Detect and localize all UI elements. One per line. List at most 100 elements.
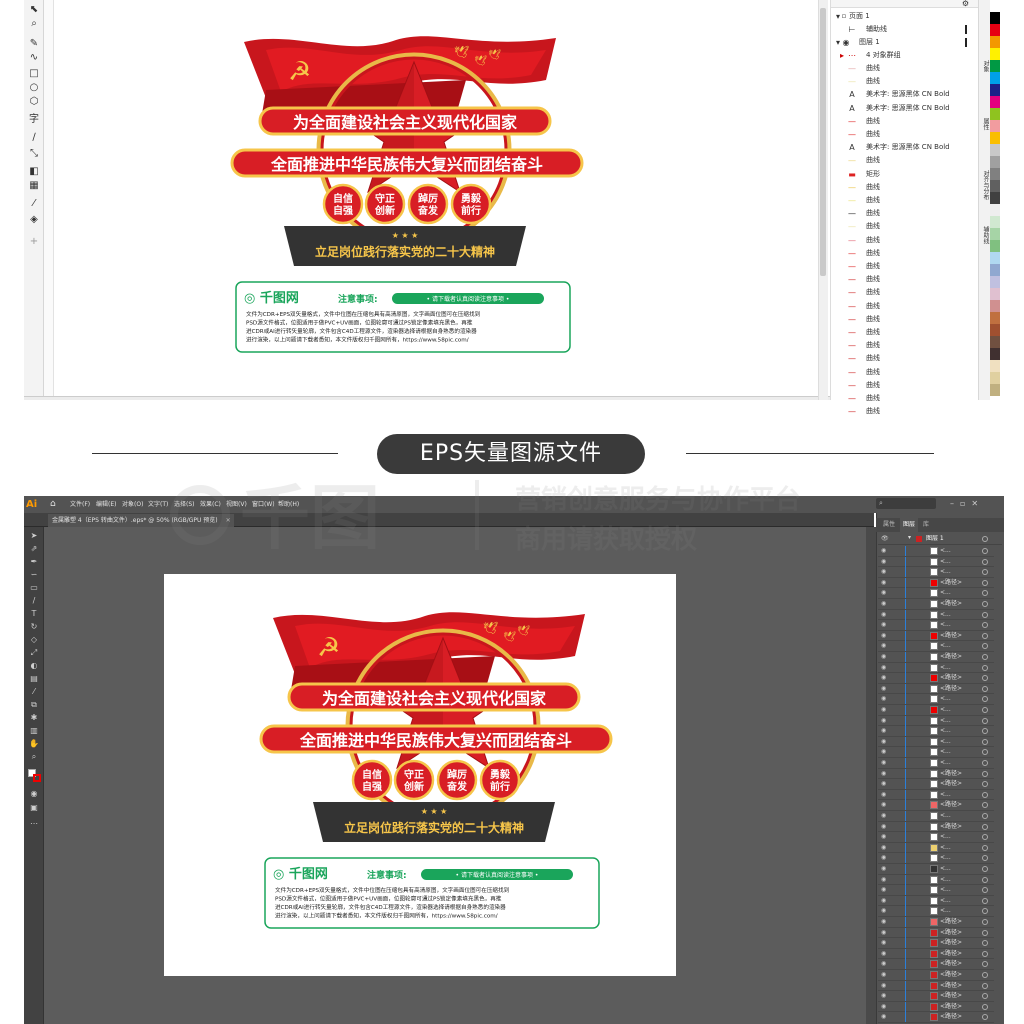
layer-item-row[interactable]: ◉ <... bbox=[878, 789, 994, 801]
visibility-eye-icon[interactable]: ◉ bbox=[881, 568, 886, 575]
object-row[interactable]: — 曲线 bbox=[831, 194, 979, 207]
visibility-eye-icon[interactable]: ◉ bbox=[881, 960, 886, 967]
visibility-eye-icon[interactable]: ◉ bbox=[881, 812, 886, 819]
color-swatch[interactable] bbox=[990, 24, 1000, 36]
target-circle-icon[interactable] bbox=[982, 982, 988, 989]
rectangle-tool-icon[interactable]: □ bbox=[27, 68, 41, 80]
target-circle-icon[interactable] bbox=[982, 770, 988, 777]
visibility-eye-icon[interactable]: ◉ bbox=[881, 759, 886, 766]
layer-item-row[interactable]: ◉ <... bbox=[878, 853, 994, 864]
target-circle-icon[interactable] bbox=[982, 579, 988, 586]
visibility-eye-icon[interactable]: ◉ bbox=[881, 1013, 886, 1020]
object-row[interactable]: A 美术字: 思源黑体 CN Bold bbox=[831, 88, 979, 101]
layer-item-row[interactable]: ◉ <... bbox=[878, 715, 994, 727]
visibility-eye-icon[interactable]: ◉ bbox=[881, 685, 886, 692]
rotate-tool-icon[interactable]: ↻ bbox=[28, 622, 40, 632]
visibility-eye-icon[interactable]: ◉ bbox=[881, 600, 886, 607]
target-circle-icon[interactable] bbox=[982, 929, 988, 936]
layer-item-row[interactable]: ◉ <... bbox=[878, 874, 994, 886]
layer-item-row[interactable]: ◉ <路径> bbox=[878, 991, 994, 1002]
color-swatch[interactable] bbox=[990, 192, 1000, 204]
object-row[interactable]: — 曲线 bbox=[831, 234, 979, 247]
visibility-eye-icon[interactable]: ◉ bbox=[881, 823, 886, 830]
object-row[interactable]: — 曲线 bbox=[831, 326, 979, 339]
layer-item-row[interactable]: ◉ <... bbox=[878, 694, 994, 705]
visibility-eye-icon[interactable]: ◉ bbox=[881, 780, 886, 787]
layer-item-row[interactable]: ◉ <路径> bbox=[878, 938, 994, 949]
color-swatch[interactable] bbox=[990, 264, 1000, 276]
visibility-eye-icon[interactable]: ◉ bbox=[881, 558, 886, 565]
visibility-eye-icon[interactable]: ◉ bbox=[881, 992, 886, 999]
color-swatch[interactable] bbox=[990, 204, 1000, 216]
object-row[interactable]: — 曲线 bbox=[831, 181, 979, 194]
artistic-media-icon[interactable]: ∿ bbox=[27, 52, 41, 64]
object-row[interactable]: — 曲线 bbox=[831, 115, 979, 128]
visibility-eye-icon[interactable]: ◉ bbox=[881, 1003, 886, 1010]
visibility-eye-icon[interactable]: ◉ bbox=[881, 791, 886, 798]
visibility-eye-icon[interactable]: ◉ bbox=[881, 664, 886, 671]
target-circle-icon[interactable] bbox=[982, 855, 988, 862]
workspace-scrollbar[interactable] bbox=[866, 527, 876, 1024]
object-row[interactable]: — 曲线 bbox=[831, 247, 979, 260]
target-circle-icon[interactable] bbox=[982, 791, 988, 798]
menu-item[interactable]: 效果(C) bbox=[200, 496, 221, 513]
fill-tool-icon[interactable]: ◈ bbox=[27, 214, 41, 226]
color-swatch[interactable] bbox=[990, 144, 1000, 156]
visibility-eye-icon[interactable]: ◉ bbox=[881, 674, 886, 681]
scale-tool-icon[interactable]: ⤢ bbox=[28, 648, 40, 658]
visibility-eye-icon[interactable]: ◉ bbox=[881, 833, 886, 840]
zoom-tool-icon[interactable]: ⌕ bbox=[27, 18, 41, 30]
visibility-eye-icon[interactable]: ◉ bbox=[881, 950, 886, 957]
target-circle-icon[interactable] bbox=[982, 696, 988, 703]
visibility-eye-icon[interactable]: ◉ bbox=[881, 642, 886, 649]
target-circle-icon[interactable] bbox=[982, 887, 988, 894]
object-row[interactable]: — 曲线 bbox=[831, 207, 979, 220]
layer-item-row[interactable]: ◉ <路径> bbox=[878, 948, 994, 960]
target-circle-icon[interactable] bbox=[982, 919, 988, 925]
panel-tab[interactable]: 库 bbox=[920, 518, 932, 532]
color-swatch[interactable] bbox=[990, 288, 1000, 300]
target-circle-icon[interactable] bbox=[982, 866, 988, 872]
color-swatch[interactable] bbox=[990, 324, 1000, 336]
corel-scrollbar-bottom[interactable] bbox=[24, 396, 834, 400]
visibility-eye-icon[interactable]: ◉ bbox=[881, 579, 886, 586]
zoom-tool-icon[interactable]: ⌕ bbox=[28, 752, 40, 762]
color-swatch[interactable] bbox=[990, 72, 1000, 84]
menu-item[interactable]: 编辑(E) bbox=[96, 496, 116, 513]
screen-mode-icon[interactable]: ▣ bbox=[28, 803, 40, 813]
visibility-eye-icon[interactable]: ◉ bbox=[881, 717, 886, 724]
object-row[interactable]: — 曲线 bbox=[831, 220, 979, 233]
gradient-tool-icon[interactable]: ▤ bbox=[28, 674, 40, 684]
target-circle-icon[interactable] bbox=[982, 823, 988, 830]
color-swatch[interactable] bbox=[990, 120, 1000, 132]
layer-item-row[interactable]: ◉ <... bbox=[878, 864, 994, 875]
layer-item-row[interactable]: ◉ <... bbox=[878, 567, 994, 578]
target-circle-icon[interactable] bbox=[982, 675, 988, 682]
layer-expand-icon[interactable]: ▾ bbox=[908, 534, 911, 541]
target-circle-icon[interactable] bbox=[982, 569, 988, 576]
target-circle-icon[interactable] bbox=[982, 728, 988, 735]
layer-item-row[interactable]: ◉ <... bbox=[878, 895, 994, 907]
page-row[interactable]: ▾ ▫ 页面 1 bbox=[831, 10, 979, 23]
color-swatch[interactable] bbox=[990, 300, 1000, 312]
layer-item-row[interactable]: ◉ <路径> bbox=[878, 652, 994, 663]
layer-item-row[interactable]: ◉ <... bbox=[878, 662, 994, 674]
target-circle-icon[interactable] bbox=[982, 876, 988, 883]
color-swatch[interactable] bbox=[990, 228, 1000, 240]
target-circle-icon[interactable] bbox=[982, 654, 988, 660]
object-row[interactable]: A 美术字: 思源黑体 CN Bold bbox=[831, 102, 979, 115]
visibility-eye-icon[interactable]: ◉ bbox=[881, 748, 886, 755]
target-circle-icon[interactable] bbox=[982, 601, 988, 607]
menu-item[interactable]: 文件(F) bbox=[70, 496, 90, 513]
layer-item-row[interactable]: ◉ <... bbox=[878, 758, 994, 769]
object-row[interactable]: — 曲线 bbox=[831, 313, 979, 326]
layer-item-row[interactable]: ◉ <... bbox=[878, 736, 994, 748]
menu-item[interactable]: 文字(T) bbox=[148, 496, 168, 513]
target-circle-icon[interactable] bbox=[982, 813, 988, 819]
layer-item-row[interactable]: ◉ <路径> bbox=[878, 821, 994, 833]
window-controls[interactable]: –▫✕ bbox=[950, 498, 1002, 510]
ellipse-tool-icon[interactable]: ○ bbox=[27, 82, 41, 94]
color-swatch[interactable] bbox=[990, 36, 1000, 48]
color-swatch[interactable] bbox=[990, 60, 1000, 72]
layer-item-row[interactable]: ◉ <路径> bbox=[878, 800, 994, 811]
